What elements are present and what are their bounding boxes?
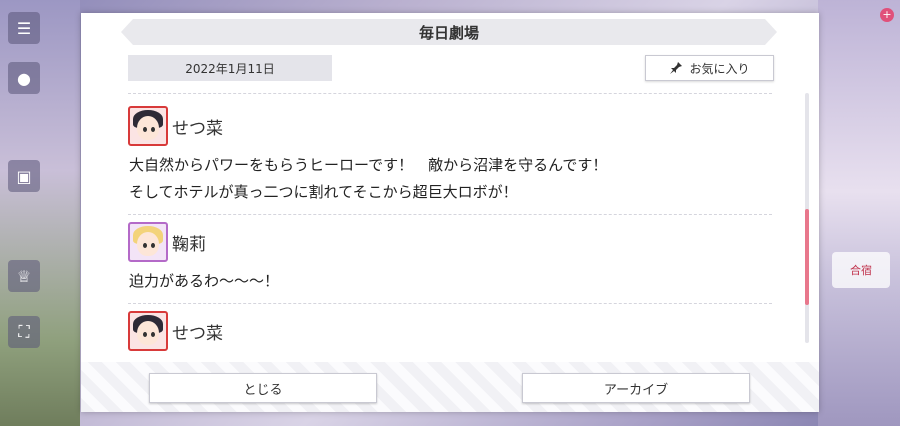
message-line: 迫力があるわ～～～！ — [129, 272, 280, 290]
speaker-name: せつ菜 — [172, 118, 223, 139]
divider — [128, 93, 772, 94]
speaker-name: せつ菜 — [172, 323, 223, 344]
dialog-footer: とじる アーカイブ — [81, 362, 819, 412]
camp-badge[interactable]: 合宿 — [832, 252, 890, 288]
dialogue-item: 鞠莉 迫力があるわ～～～！ — [128, 215, 772, 304]
chat-icon[interactable]: ● — [8, 62, 40, 94]
daily-theater-dialog: 毎日劇場 2022年1月11日 お気に入り せつ菜 大自然からパワーをもらうヒー… — [81, 13, 819, 412]
dialog-title: 毎日劇場 — [121, 19, 777, 45]
speaker-row: せつ菜 — [128, 311, 772, 351]
avatar — [128, 222, 168, 262]
message-line: そしてホテルが真っ二つに割れてそこから超巨大ロボが！ — [129, 183, 518, 201]
gift-icon[interactable]: ▣ — [8, 160, 40, 192]
speaker-row: せつ菜 — [128, 106, 772, 146]
archive-button[interactable]: アーカイブ — [522, 373, 750, 403]
date-label: 2022年1月11日 — [128, 55, 332, 81]
dialogue-item: せつ菜 — [128, 304, 772, 361]
favorite-label: お気に入り — [689, 61, 750, 76]
add-icon[interactable]: + — [880, 8, 894, 22]
background-right-panel — [818, 0, 900, 426]
menu-icon[interactable]: ☰ — [8, 12, 40, 44]
dialogue-list[interactable]: せつ菜 大自然からパワーをもらうヒーローです！ 敵から沼津を守るんです！ そして… — [128, 99, 788, 361]
scrollbar-thumb[interactable] — [805, 209, 809, 305]
close-button[interactable]: とじる — [149, 373, 377, 403]
speaker-name: 鞠莉 — [172, 234, 206, 255]
avatar — [128, 311, 168, 351]
expand-icon[interactable]: ⛶ — [8, 316, 40, 348]
pin-icon — [669, 61, 683, 75]
favorite-button[interactable]: お気に入り — [645, 55, 774, 81]
message-line: 大自然からパワーをもらうヒーローです！ 敵から沼津を守るんです！ — [129, 156, 608, 174]
trophy-icon[interactable]: ♕ — [8, 260, 40, 292]
speaker-row: 鞠莉 — [128, 222, 772, 262]
dialogue-item: せつ菜 大自然からパワーをもらうヒーローです！ 敵から沼津を守るんです！ そして… — [128, 99, 772, 215]
scrollbar[interactable] — [805, 93, 809, 343]
avatar — [128, 106, 168, 146]
